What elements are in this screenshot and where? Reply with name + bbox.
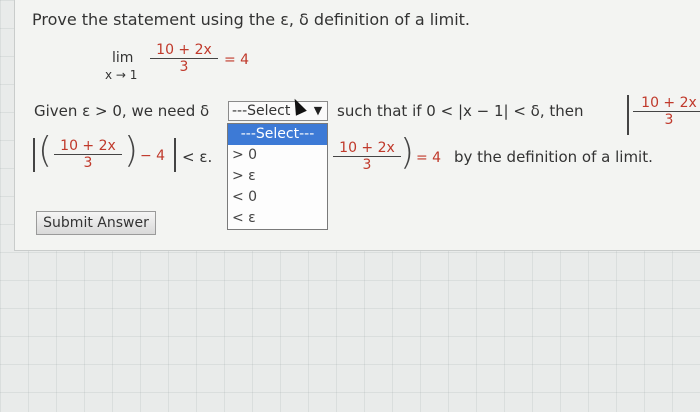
option-select[interactable]: ---Select--- (228, 124, 327, 145)
abs-bar-left-right (627, 95, 629, 135)
option-gt-epsilon[interactable]: > ε (228, 166, 327, 187)
less-than-epsilon: < ε. (182, 148, 213, 166)
line3-numerator: 10 + 2x (54, 138, 122, 155)
line3-fraction: 10 + 2x 3 (54, 138, 122, 171)
limit-denominator: 3 (179, 59, 189, 75)
abs-bar-open (33, 138, 35, 172)
limit-equals: = 4 (224, 52, 250, 68)
given-text: Given ε > 0, we need δ (34, 102, 210, 120)
delta-select-dropdown[interactable]: ---Select--- > 0 > ε < 0 < ε (227, 123, 328, 230)
problem-statement: Prove the statement using the ε, δ defin… (32, 10, 471, 29)
conclusion-equals: = 4 (416, 150, 442, 166)
minus-four: − 4 (140, 148, 166, 164)
paren-close-2: ) (400, 132, 415, 173)
option-lt-0[interactable]: < 0 (228, 187, 327, 208)
such-that-text: such that if 0 < |x − 1| < δ, then (337, 102, 584, 120)
paren-close: ) (124, 130, 139, 171)
delta-select[interactable]: ---Select ▼ (228, 101, 328, 121)
line3-denominator: 3 (83, 155, 93, 171)
right-fraction: 10 + 2x 3 (633, 95, 700, 128)
conclusion-denominator: 3 (362, 157, 372, 173)
limit-subscript: x → 1 (105, 68, 138, 82)
conclusion-fraction: 10 + 2x 3 (333, 140, 401, 173)
conclusion-text: by the definition of a limit. (454, 148, 653, 166)
limit-fraction: 10 + 2x 3 (150, 42, 218, 75)
option-lt-epsilon[interactable]: < ε (228, 208, 327, 229)
right-denominator: 3 (664, 112, 674, 128)
limit-numerator: 10 + 2x (150, 42, 218, 59)
option-gt-0[interactable]: > 0 (228, 145, 327, 166)
conclusion-numerator: 10 + 2x (333, 140, 401, 157)
right-numerator: 10 + 2x (633, 95, 700, 112)
submit-answer-button[interactable]: Submit Answer (36, 211, 156, 235)
delta-select-value: ---Select (232, 103, 291, 119)
limit-label: lim (112, 50, 134, 66)
abs-bar-close (174, 138, 176, 172)
paren-open: ( (38, 130, 53, 171)
chevron-down-icon[interactable]: ▼ (310, 103, 326, 119)
